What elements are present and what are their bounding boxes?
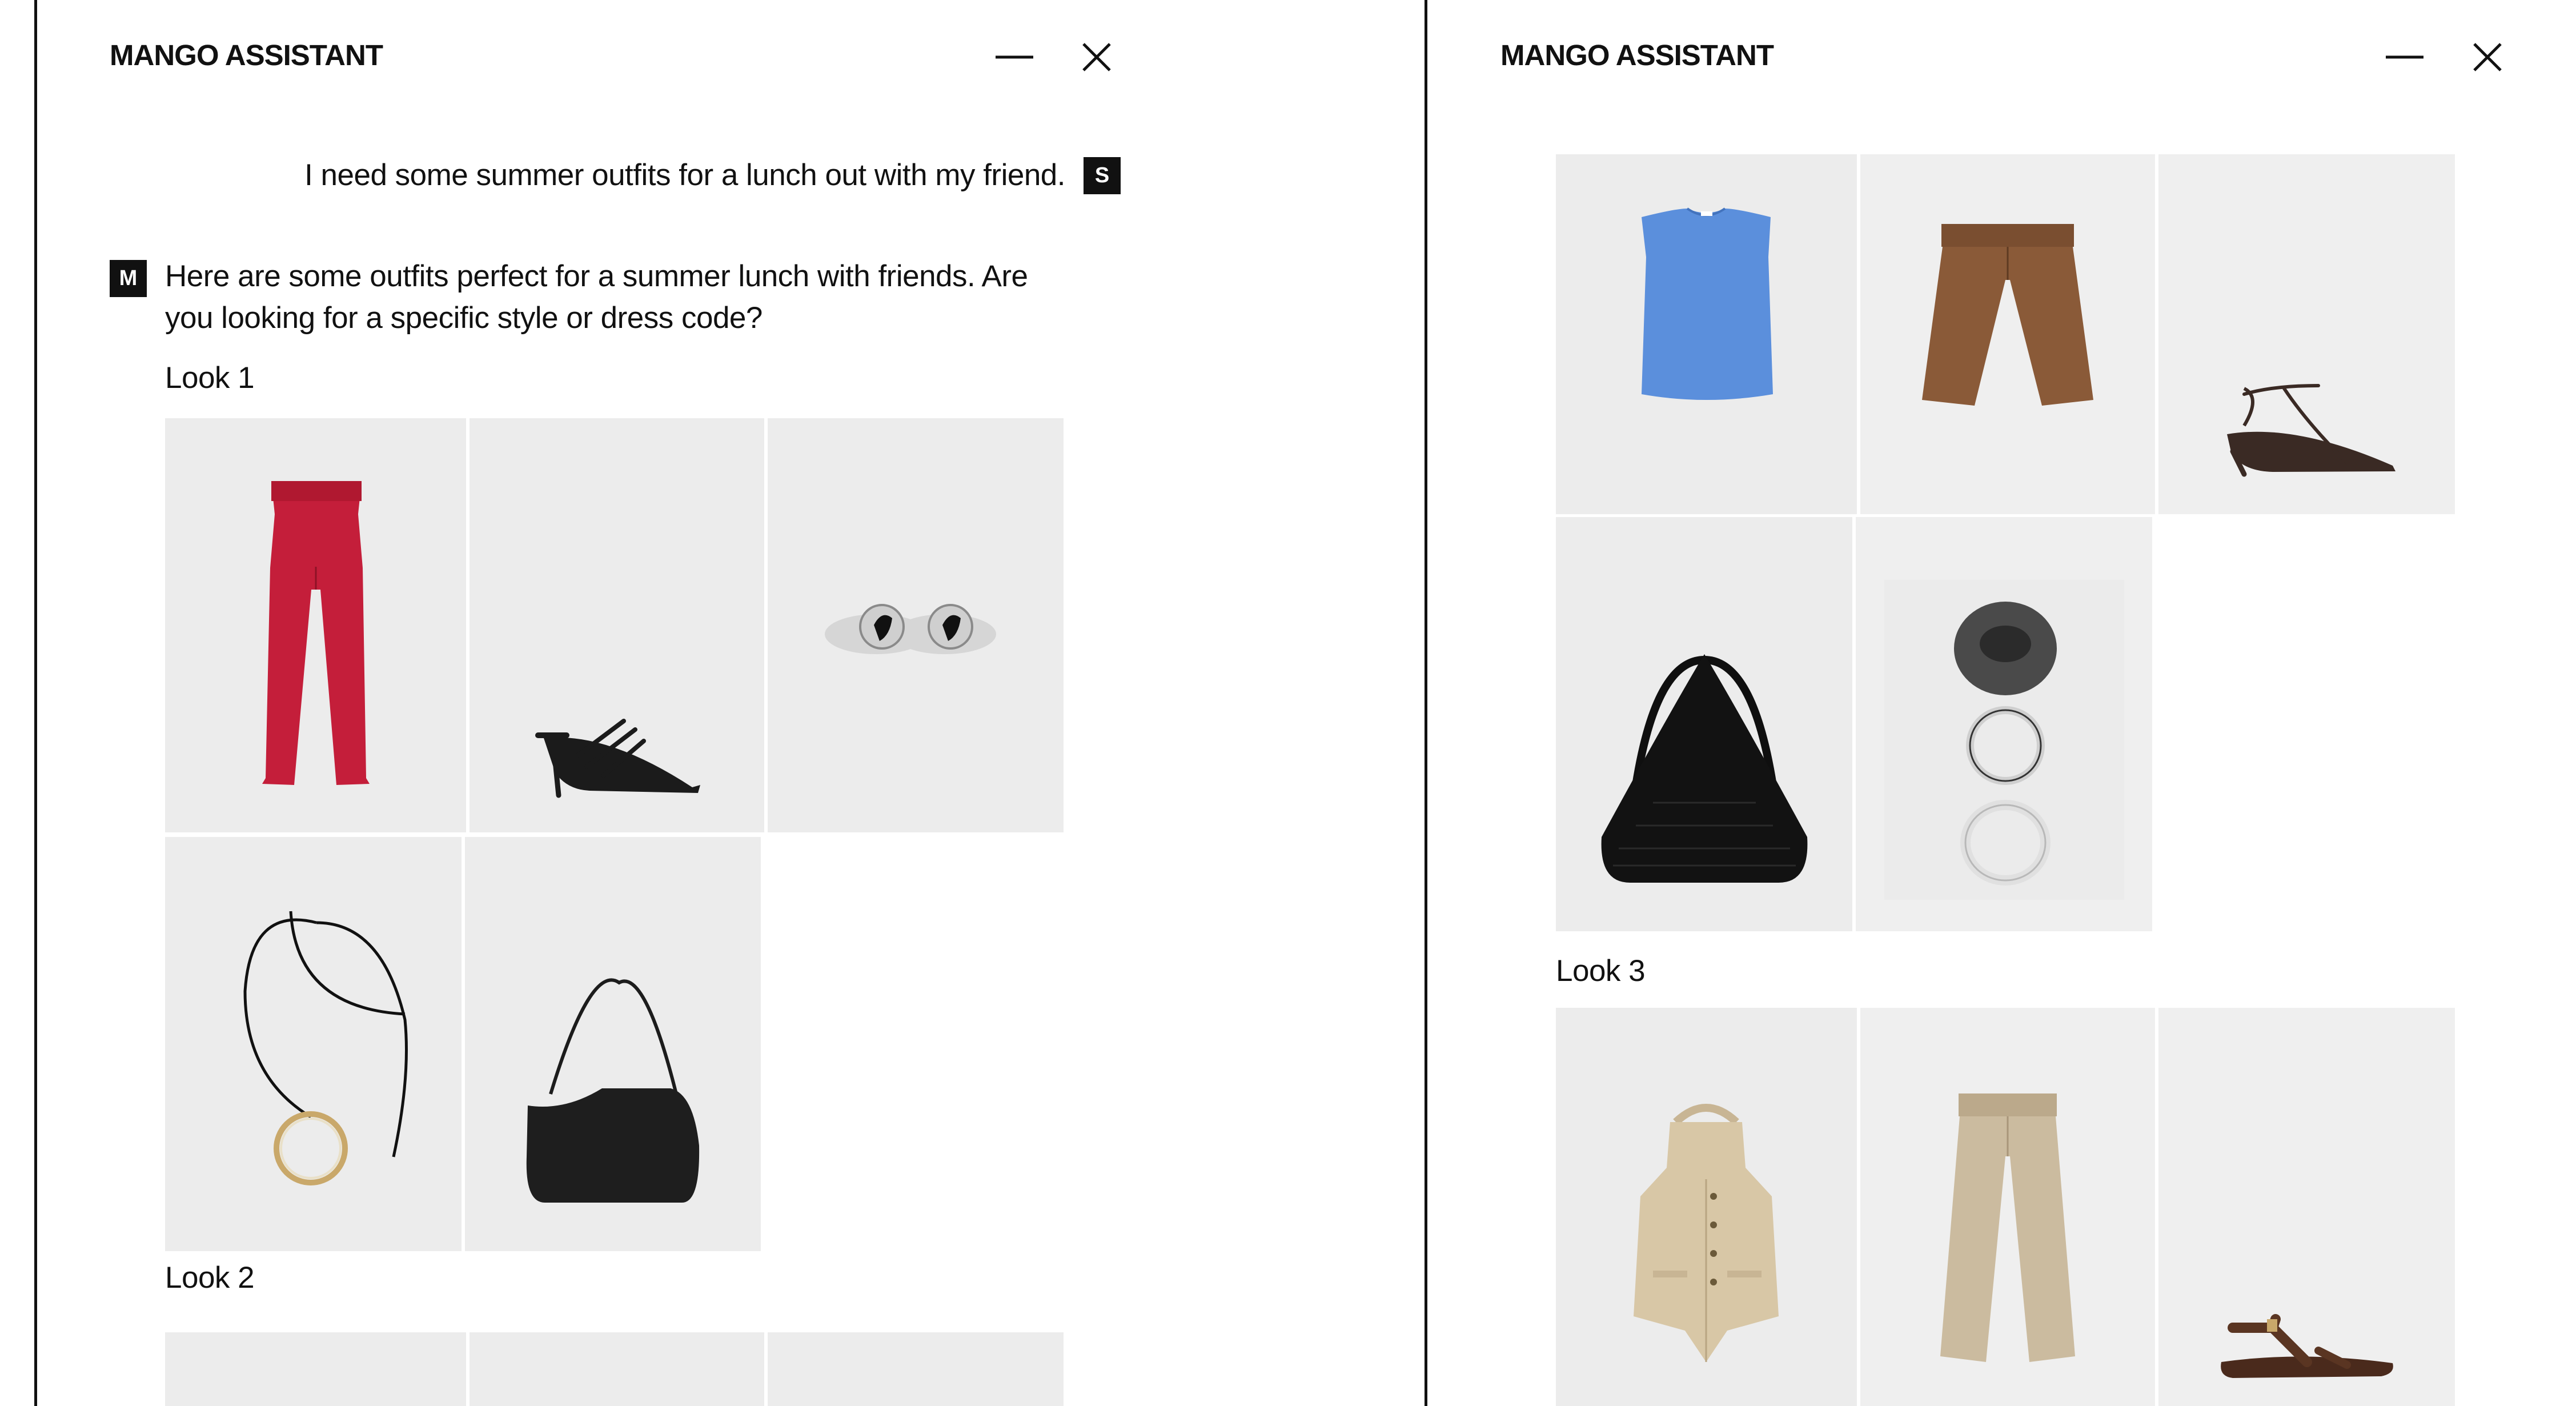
product-tile-brown-shorts[interactable] (1860, 154, 2155, 514)
minimize-button[interactable] (989, 31, 1040, 83)
product-tile-hobo-bag[interactable] (1556, 517, 1852, 931)
close-icon (2473, 43, 2502, 71)
user-message: I need some summer outfits for a lunch o… (304, 158, 1065, 192)
minimize-button[interactable] (2379, 31, 2430, 83)
product-tile-jumpsuit[interactable] (165, 418, 466, 832)
shoulder-bag-icon (526, 978, 700, 1203)
product-tile-look-2-3[interactable] (768, 1332, 1064, 1406)
product-tile-pleated-trousers[interactable] (1860, 1008, 2155, 1406)
product-tile-shoulder-bag[interactable] (465, 837, 761, 1251)
product-tile-blue-top[interactable] (1556, 154, 1857, 514)
product-tile-look-2-1[interactable] (165, 1332, 466, 1406)
product-tile-heeled-sandals[interactable] (470, 418, 764, 832)
heeled-sandal-icon (535, 719, 700, 798)
product-tile-earrings[interactable] (768, 418, 1064, 832)
product-tile-look-2-2[interactable] (470, 1332, 764, 1406)
bangles-icon (1884, 580, 2124, 900)
top-icon (1642, 207, 1773, 400)
kitten-heel-icon (2227, 384, 2396, 477)
waistcoat-icon (1634, 1104, 1779, 1362)
product-tile-kitten-heels[interactable] (2158, 154, 2455, 514)
product-tile-necklace[interactable] (165, 837, 462, 1251)
close-button[interactable] (2462, 31, 2513, 83)
hobo-bag-icon (1601, 654, 1808, 883)
flat-sandal-icon (2221, 1314, 2393, 1378)
look-3-label: Look 3 (1556, 954, 1646, 988)
panel-title: MANGO ASSISTANT (110, 39, 383, 71)
assistant-avatar: M (110, 260, 147, 297)
close-button[interactable] (1071, 31, 1122, 83)
look-2-label: Look 2 (165, 1261, 255, 1295)
look-1-label: Look 1 (165, 361, 255, 395)
panel-title: MANGO ASSISTANT (1500, 39, 1774, 71)
necklace-icon (243, 911, 408, 1185)
product-tile-halter-waistcoat[interactable] (1556, 1008, 1857, 1406)
shorts-icon (1922, 224, 2093, 406)
jumpsuit-icon (262, 481, 370, 785)
close-icon (1082, 43, 1111, 71)
user-avatar: S (1084, 157, 1121, 194)
trousers-icon (1940, 1093, 2075, 1362)
product-tile-flat-sandals[interactable] (2158, 1008, 2455, 1406)
minimize-icon (2386, 55, 2423, 59)
left-border-rule (34, 0, 37, 1406)
assistant-message: Here are some outfits perfect for a summ… (165, 259, 1028, 335)
earrings-icon (825, 604, 996, 654)
product-tile-bangles[interactable] (1856, 517, 2152, 931)
minimize-icon (996, 55, 1033, 59)
panel-divider-rule (1425, 0, 1427, 1406)
